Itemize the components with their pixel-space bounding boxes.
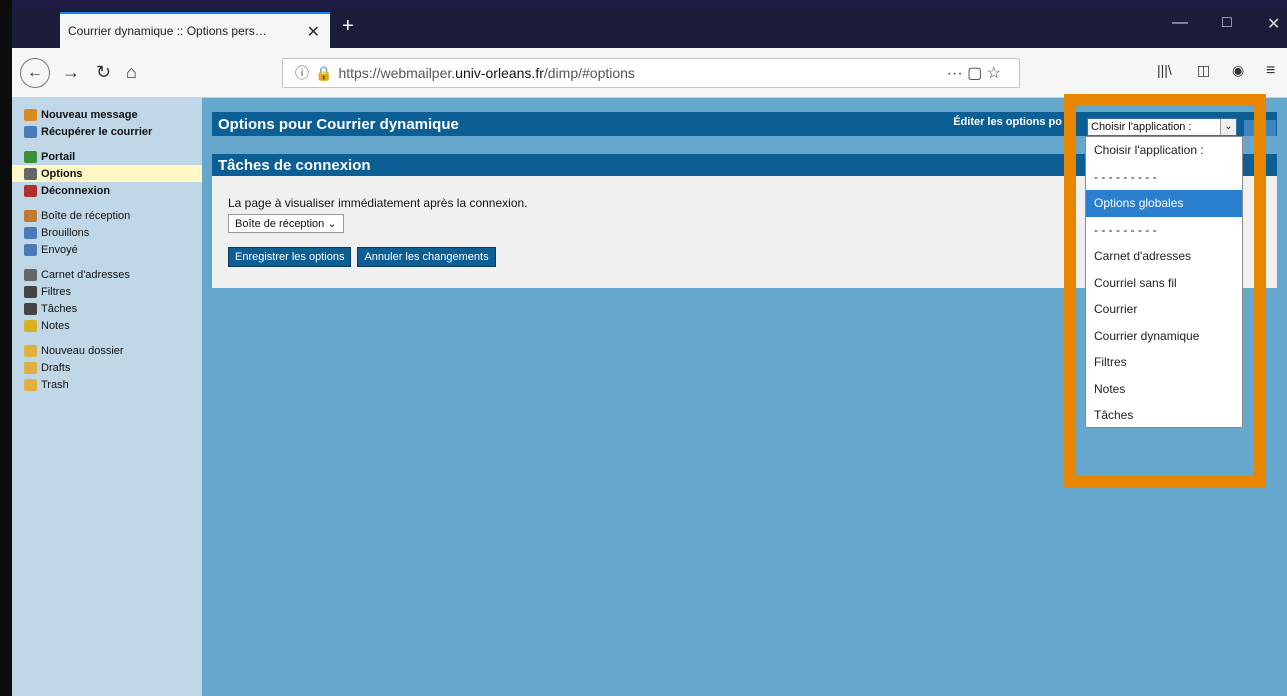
menu-icon[interactable]: ≡ — [1266, 62, 1275, 80]
url-path: /dimp/#options — [543, 65, 635, 81]
sidebar-item-label: Nouveau dossier — [41, 344, 124, 357]
folder-icon — [24, 378, 37, 391]
sidebar-item-label: Notes — [41, 319, 70, 332]
options-icon — [24, 167, 37, 180]
sidebar-item-label: Brouillons — [41, 226, 90, 239]
sidebar-item-addressbook[interactable]: Carnet d'adresses — [24, 266, 202, 283]
titlebar-accent — [12, 0, 1287, 8]
sidebar-item-sent[interactable]: Envoyé — [24, 241, 202, 258]
tab-close-icon[interactable]: ✕ — [307, 22, 320, 42]
page-title: Options pour Courrier dynamique — [218, 115, 459, 133]
folder-icon — [24, 361, 37, 374]
sidebar: Nouveau message Récupérer le courrier Po… — [12, 98, 202, 696]
sidebar-item-logout[interactable]: Déconnexion — [24, 182, 202, 199]
sidebar-item-new-folder[interactable]: Nouveau dossier — [24, 342, 202, 359]
sidebar-item-fetch-mail[interactable]: Récupérer le courrier — [24, 123, 202, 140]
sidebar-item-label: Portail — [41, 150, 76, 163]
portal-icon — [24, 150, 37, 163]
sidebar-item-label: Déconnexion — [41, 184, 111, 197]
lock-icon: 🔒 — [315, 64, 333, 81]
sidebar-item-label: Trash — [41, 378, 69, 391]
sidebar-item-filters[interactable]: Filtres — [24, 283, 202, 300]
browser-tab-bar: Courrier dynamique :: Options pers… ✕ + … — [12, 0, 1287, 48]
edit-options-label: Éditer les options po — [953, 116, 1062, 128]
sidebar-item-label: Nouveau message — [41, 108, 138, 121]
url-domain: univ-orleans.fr — [455, 65, 544, 81]
new-tab-button[interactable]: + — [342, 16, 354, 36]
reload-button[interactable]: ↻ — [96, 62, 111, 83]
close-window-button[interactable]: ✕ — [1267, 14, 1280, 34]
back-button[interactable]: ← — [20, 58, 50, 88]
new-folder-icon — [24, 344, 37, 357]
home-button[interactable]: ⌂ — [126, 62, 137, 83]
filter-icon — [24, 285, 37, 298]
sidebar-item-options[interactable]: Options — [12, 165, 202, 182]
inbox-icon — [24, 209, 37, 222]
sidebar-item-label: Carnet d'adresses — [41, 268, 130, 281]
sidebar-item-new-message[interactable]: Nouveau message — [24, 106, 202, 123]
sidebar-item-label: Boîte de réception — [41, 209, 131, 222]
compose-icon — [24, 108, 37, 121]
fetch-mail-icon — [24, 125, 37, 138]
sidebar-item-drafts-folder[interactable]: Drafts — [24, 359, 202, 376]
sidebar-toggle-icon[interactable]: ◫ — [1197, 62, 1210, 79]
url-prefix: https://webmailper. — [338, 65, 456, 81]
account-icon[interactable]: ◉ — [1232, 62, 1244, 79]
tasks-icon — [24, 302, 37, 315]
drafts-icon — [24, 226, 37, 239]
info-icon[interactable]: ⓘ — [295, 63, 309, 83]
sidebar-item-label: Options — [41, 167, 83, 180]
sidebar-item-notes[interactable]: Notes — [24, 317, 202, 334]
notes-icon — [24, 319, 37, 332]
url-bar[interactable]: ⓘ 🔒 https://webmailper. univ-orleans.fr/d… — [282, 58, 1020, 88]
sidebar-item-trash[interactable]: Trash — [24, 376, 202, 393]
page-actions-icon[interactable]: ··· ▢ ☆ — [947, 63, 1001, 83]
browser-tab[interactable]: Courrier dynamique :: Options pers… ✕ — [60, 12, 330, 48]
sidebar-item-label: Drafts — [41, 361, 71, 374]
sent-icon — [24, 243, 37, 256]
sidebar-item-label: Envoyé — [41, 243, 78, 256]
logout-icon — [24, 184, 37, 197]
minimize-button[interactable]: — — [1172, 14, 1188, 32]
save-options-button[interactable]: Enregistrer les options — [228, 247, 352, 267]
addressbook-icon — [24, 268, 37, 281]
sidebar-item-inbox[interactable]: Boîte de réception — [24, 207, 202, 224]
cancel-changes-button[interactable]: Annuler les changements — [357, 247, 496, 267]
window-edge — [0, 0, 12, 696]
login-page-select[interactable]: Boîte de réception ⌄ — [228, 214, 344, 233]
sidebar-item-label: Récupérer le courrier — [41, 125, 153, 138]
sidebar-item-portal[interactable]: Portail — [24, 148, 202, 165]
tab-title: Courrier dynamique :: Options pers… — [68, 24, 267, 38]
maximize-button[interactable]: □ — [1222, 14, 1232, 32]
sidebar-item-label: Filtres — [41, 285, 71, 298]
sidebar-item-tasks[interactable]: Tâches — [24, 300, 202, 317]
forward-button[interactable]: → — [62, 62, 80, 83]
library-icon[interactable]: |||\ — [1157, 62, 1172, 78]
login-page-select-value: Boîte de réception — [235, 218, 325, 230]
sidebar-item-label: Tâches — [41, 302, 78, 315]
highlight-box — [1064, 94, 1266, 488]
sidebar-item-drafts[interactable]: Brouillons — [24, 224, 202, 241]
browser-toolbar: ← → ↻ ⌂ ⓘ 🔒 https://webmailper. univ-orle… — [12, 48, 1287, 98]
